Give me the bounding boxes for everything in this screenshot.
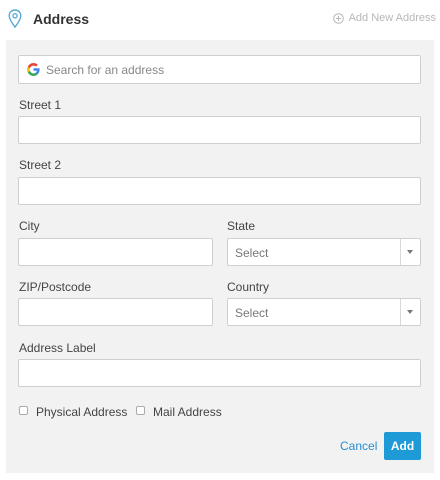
add-new-address-label: Add New Address — [348, 12, 436, 24]
street1-label: Street 1 — [19, 98, 62, 112]
address-header: Address Add New Address — [0, 0, 440, 38]
mail-address-checkbox[interactable] — [136, 406, 145, 415]
plus-circle-icon — [332, 12, 344, 24]
address-search-input[interactable] — [46, 56, 406, 83]
city-label: City — [19, 219, 40, 233]
state-dropdown-toggle[interactable] — [400, 239, 420, 265]
state-select[interactable]: Select — [227, 238, 421, 266]
chevron-down-icon — [407, 310, 413, 314]
address-label-label: Address Label — [19, 341, 96, 355]
physical-address-checkbox[interactable] — [19, 406, 28, 415]
address-label-input[interactable] — [18, 359, 421, 387]
physical-address-label[interactable]: Physical Address — [36, 405, 127, 419]
mail-address-label[interactable]: Mail Address — [153, 405, 222, 419]
zip-label: ZIP/Postcode — [19, 280, 92, 294]
street1-input[interactable] — [18, 116, 421, 144]
state-label: State — [227, 219, 256, 233]
city-input[interactable] — [18, 238, 213, 266]
add-button[interactable]: Add — [384, 432, 421, 460]
country-dropdown-toggle[interactable] — [400, 299, 420, 325]
country-select[interactable]: Select — [227, 298, 421, 326]
street2-label: Street 2 — [19, 158, 62, 172]
state-select-value: Select — [235, 246, 269, 260]
google-icon — [27, 63, 40, 76]
add-new-address-button[interactable]: Add New Address — [332, 12, 436, 24]
street2-input[interactable] — [18, 177, 421, 205]
page-title: Address — [33, 11, 90, 27]
country-select-value: Select — [235, 306, 269, 320]
address-search-box — [18, 55, 421, 84]
chevron-down-icon — [407, 250, 413, 254]
country-label: Country — [227, 280, 270, 294]
address-form-panel: Street 1 Street 2 City State Select ZIP/… — [6, 40, 434, 473]
zip-input[interactable] — [18, 298, 213, 326]
location-pin-icon — [8, 9, 22, 29]
cancel-button[interactable]: Cancel — [340, 439, 377, 453]
